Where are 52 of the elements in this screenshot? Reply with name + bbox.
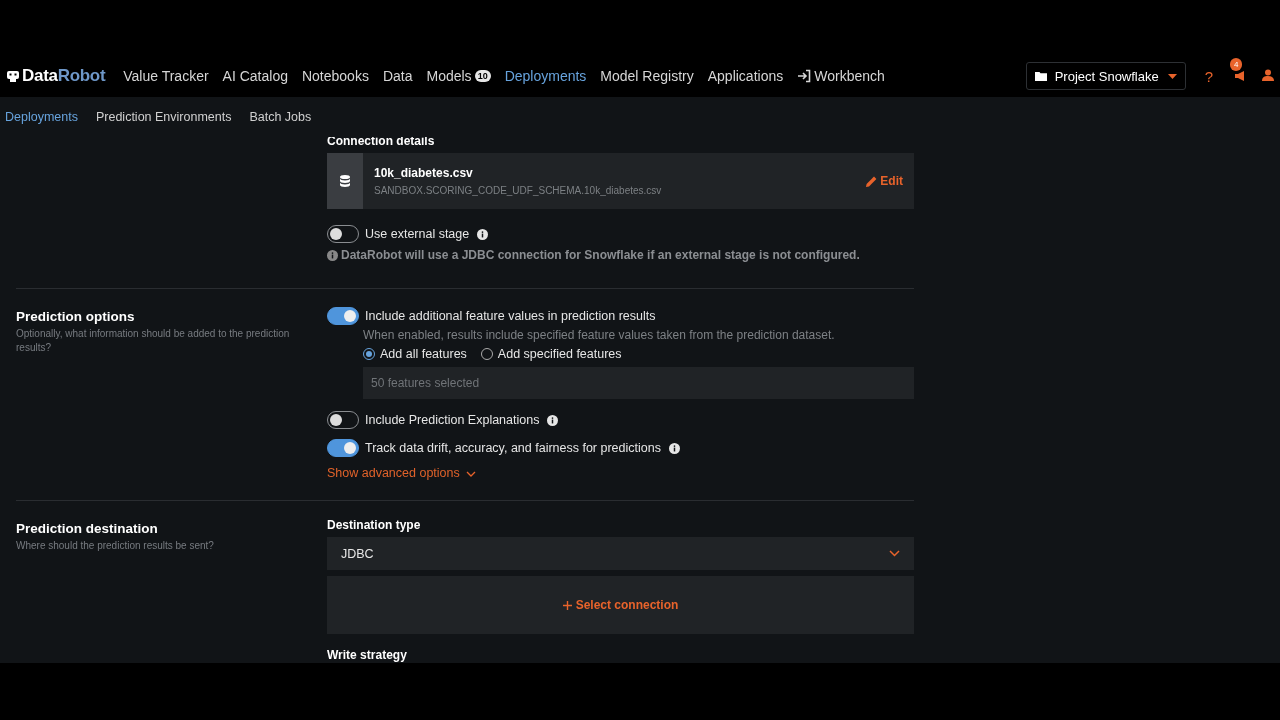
toggle-label: Use external stage [365,227,470,241]
section-description: Where should the prediction results be sent? [16,539,215,553]
tab[interactable]: Batch Jobs [249,110,312,124]
tab[interactable]: Prediction Environments [95,110,232,124]
info-icon [327,249,338,261]
nav-link[interactable]: Models 10 [426,68,491,84]
nav-link[interactable]: Deployments [504,68,587,84]
advanced-options-link[interactable]: Show advanced options [327,466,476,480]
field-label: Write strategy [327,648,408,662]
plus-icon [562,600,572,610]
count-badge: 4 [1230,58,1243,71]
nav-link[interactable]: Notebooks [301,68,369,84]
megaphone-icon [1233,68,1247,83]
toggle-switch[interactable] [327,307,359,325]
section-description: Optionally, what information should be added to the prediction results? [16,327,291,355]
section-title: Prediction options [16,309,136,324]
edit-button[interactable]: Edit [866,174,903,188]
field-label: Connection details [327,137,436,148]
radio-label: Add all features [380,347,467,361]
nav-link[interactable]: Applications [707,68,784,84]
pencil-icon [866,175,878,187]
toggle-label: Include additional feature values in prediction results [365,309,656,323]
count-badge: 10 [474,70,491,82]
sign-in-icon [797,69,812,83]
hint-text: When enabled, results include specified feature values taken from the prediction dataset. [363,328,836,342]
file-name: 10k_diabetes.csv [374,166,474,180]
select-connection-button[interactable]: Select connection [556,597,685,613]
folder-icon [1034,71,1047,81]
section-title: Prediction destination [16,521,159,536]
note-text: DataRobot will use a JDBC connection for Snowflake if an external stage is not configured. [341,248,860,262]
robot-icon [6,69,20,83]
database-icon [340,175,350,187]
nav-link[interactable]: Data [382,68,413,84]
nav-link[interactable]: Workbench [797,68,885,84]
toggle-label: Include Prediction Explanations [365,413,540,427]
dropdown[interactable]: JDBC [327,537,914,570]
project-selector[interactable]: Project Snowflake [1025,62,1186,90]
help-button[interactable]: ? [1204,67,1213,85]
chevron-icon [889,550,900,557]
field-label: Destination type [327,518,422,532]
caret-icon [1167,73,1177,79]
nav-link[interactable]: Value Tracker [123,68,209,84]
user-icon [1262,68,1274,81]
nav-link[interactable]: AI Catalog [222,68,288,84]
logo-text: DataRobot [22,66,106,86]
radio-label: Add specified features [497,347,622,361]
file-path: SANDBOX.SCORING_CODE_UDF_SCHEMA.10k_diabetes.csv [374,185,663,196]
toggle-switch[interactable] [327,439,359,457]
nav-link[interactable]: Model Registry [600,68,694,84]
toggle-label: Track data drift, accuracy, and fairness for predictions [365,441,661,455]
user-button[interactable] [1262,68,1274,84]
tab[interactable]: Deployments [5,110,78,124]
